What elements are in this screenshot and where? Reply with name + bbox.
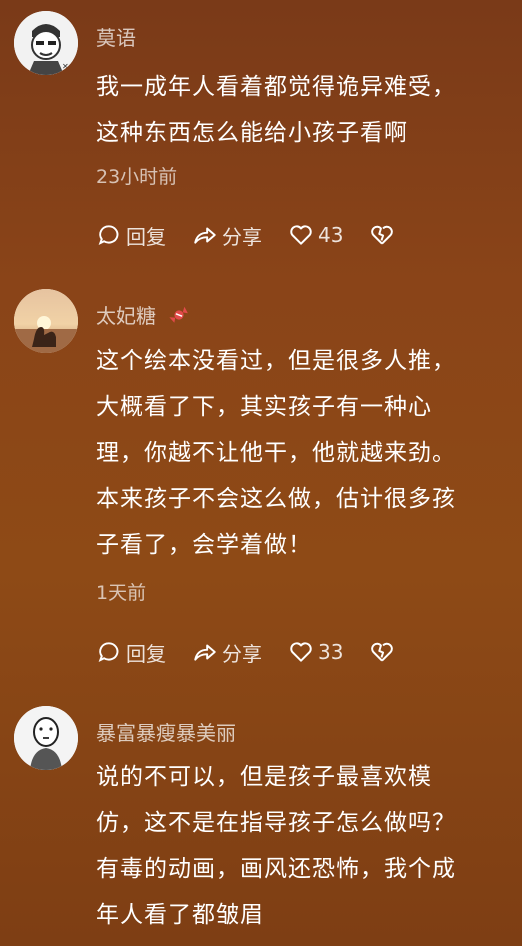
reply-button[interactable]: 回复 [96, 638, 166, 667]
username[interactable]: 暴富暴瘦暴美丽 [96, 717, 236, 746]
comment-line: 有毒的动画，画风还恐怖，我个成 [96, 856, 456, 882]
heart-icon [290, 225, 312, 245]
share-label: 分享 [222, 641, 262, 666]
reply-button[interactable]: 回复 [96, 221, 166, 250]
comment-line: 仿，这不是在指导孩子怎么做吗？ [96, 810, 456, 836]
comment-line: 说的不可以，但是孩子最喜欢模 [96, 764, 432, 790]
avatar-doodle-icon [14, 706, 78, 770]
comment-line: 子看了，会学着做！ [96, 532, 312, 558]
comment-line: 大概看了下，其实孩子有一种心 [96, 394, 432, 420]
avatar-sunset-icon [14, 289, 78, 353]
share-button[interactable]: 分享 [192, 221, 262, 250]
timestamp: 23小时前 [96, 166, 178, 188]
share-arrow-icon [194, 644, 216, 661]
like-button[interactable]: 43 [288, 222, 343, 248]
avatar[interactable] [14, 289, 78, 353]
timestamp: 1天前 [96, 582, 147, 604]
comment-line: 这种东西怎么能给小孩子看啊 [96, 120, 408, 146]
dislike-button[interactable] [369, 639, 399, 665]
comment-text: 我一成年人看着都觉得诡异难受， 这种东西怎么能给小孩子看啊 [96, 64, 501, 156]
comment-line: 我一成年人看着都觉得诡异难受， [96, 74, 456, 100]
username-text: 太妃糖 [96, 304, 156, 328]
share-label: 分享 [222, 224, 262, 249]
dislike-button[interactable] [369, 222, 399, 248]
avatar[interactable]: ✕ [14, 11, 78, 75]
reply-label: 回复 [126, 641, 166, 666]
username[interactable]: 太妃糖 [96, 300, 190, 331]
heart-icon [290, 642, 312, 662]
candy-badge-icon [168, 304, 190, 331]
comment-line: 理，你越不让他干，他就越来劲。 [96, 440, 456, 466]
comment-actions: 回复 分享 33 [96, 637, 425, 667]
broken-heart-icon [371, 225, 394, 245]
comment-line: 年人看了都皱眉 [96, 902, 264, 928]
reply-bubble-icon [98, 225, 119, 246]
comment-text: 说的不可以，但是孩子最喜欢模 仿，这不是在指导孩子怎么做吗？ 有毒的动画，画风还… [96, 754, 501, 938]
svg-text:✕: ✕ [62, 62, 69, 71]
share-arrow-icon [194, 227, 216, 244]
comment-line: 这个绘本没看过，但是很多人推， [96, 348, 456, 374]
avatar[interactable] [14, 706, 78, 770]
username[interactable]: 莫语 [96, 22, 136, 51]
comment-text: 这个绘本没看过，但是很多人推， 大概看了下，其实孩子有一种心 理，你越不让他干，… [96, 338, 501, 568]
reply-bubble-icon [98, 642, 119, 663]
broken-heart-icon [371, 642, 394, 662]
comment-actions: 回复 分享 43 [96, 220, 425, 250]
reply-label: 回复 [126, 224, 166, 249]
comment-line: 本来孩子不会这么做，估计很多孩 [96, 486, 456, 512]
like-count: 33 [318, 640, 344, 664]
share-button[interactable]: 分享 [192, 638, 262, 667]
avatar-cartoon-icon: ✕ [14, 11, 78, 75]
like-count: 43 [318, 223, 344, 247]
like-button[interactable]: 33 [288, 639, 343, 665]
